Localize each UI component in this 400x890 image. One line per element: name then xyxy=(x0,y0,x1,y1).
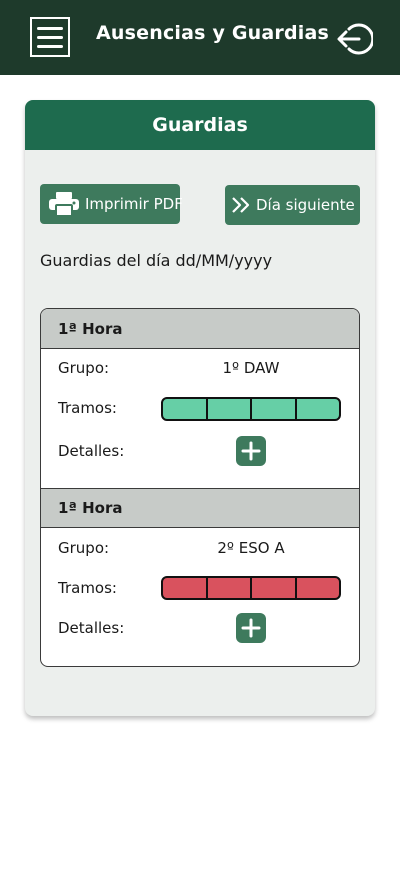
date-heading: Guardias del día dd/MM/yyyy xyxy=(40,251,273,270)
group-value: 2º ESO A xyxy=(217,539,285,557)
guardia-item: 1ª Hora Grupo: 1º DAW Tramos: Detalles: xyxy=(41,309,359,466)
tramo-segment xyxy=(163,578,208,598)
tramos-label: Tramos: xyxy=(58,579,117,597)
group-label: Grupo: xyxy=(58,539,110,557)
guardias-list: 1ª Hora Grupo: 1º DAW Tramos: Detalles: … xyxy=(40,308,360,667)
next-day-button[interactable]: Día siguiente xyxy=(225,185,360,225)
guardia-item: 1ª Hora Grupo: 2º ESO A Tramos: Detalles… xyxy=(41,488,359,643)
tramo-segment xyxy=(252,578,297,598)
guardias-panel: Guardias Imprimir PDF Día siguiente Guar… xyxy=(25,100,375,716)
tramos-bar xyxy=(161,397,341,421)
group-label: Grupo: xyxy=(58,359,110,377)
tramos-bar xyxy=(161,576,341,600)
details-label: Detalles: xyxy=(58,619,125,637)
next-day-label: Día siguiente xyxy=(256,196,355,214)
plus-icon xyxy=(241,441,261,461)
tramo-segment xyxy=(297,578,340,598)
double-chevron-right-icon xyxy=(232,197,250,213)
add-details-button[interactable] xyxy=(236,436,266,466)
top-app-bar: Ausencias y Guardias xyxy=(0,0,400,75)
tramos-label: Tramos: xyxy=(58,399,117,417)
slot-hour: 1ª Hora xyxy=(41,309,359,349)
hamburger-menu-icon[interactable] xyxy=(30,17,70,57)
tramo-segment xyxy=(252,399,297,419)
details-label: Detalles: xyxy=(58,442,125,460)
plus-icon xyxy=(241,618,261,638)
logout-icon[interactable] xyxy=(335,20,373,58)
add-details-button[interactable] xyxy=(236,613,266,643)
tramo-segment xyxy=(297,399,340,419)
printer-icon xyxy=(49,192,79,217)
panel-title: Guardias xyxy=(25,100,375,150)
tramo-segment xyxy=(208,399,252,419)
group-value: 1º DAW xyxy=(222,359,280,377)
tramo-segment xyxy=(163,399,208,419)
print-pdf-label: Imprimir PDF xyxy=(85,195,183,213)
print-pdf-button[interactable]: Imprimir PDF xyxy=(40,184,183,224)
slot-hour: 1ª Hora xyxy=(41,488,359,528)
app-title: Ausencias y Guardias xyxy=(96,22,330,44)
tramo-segment xyxy=(208,578,252,598)
